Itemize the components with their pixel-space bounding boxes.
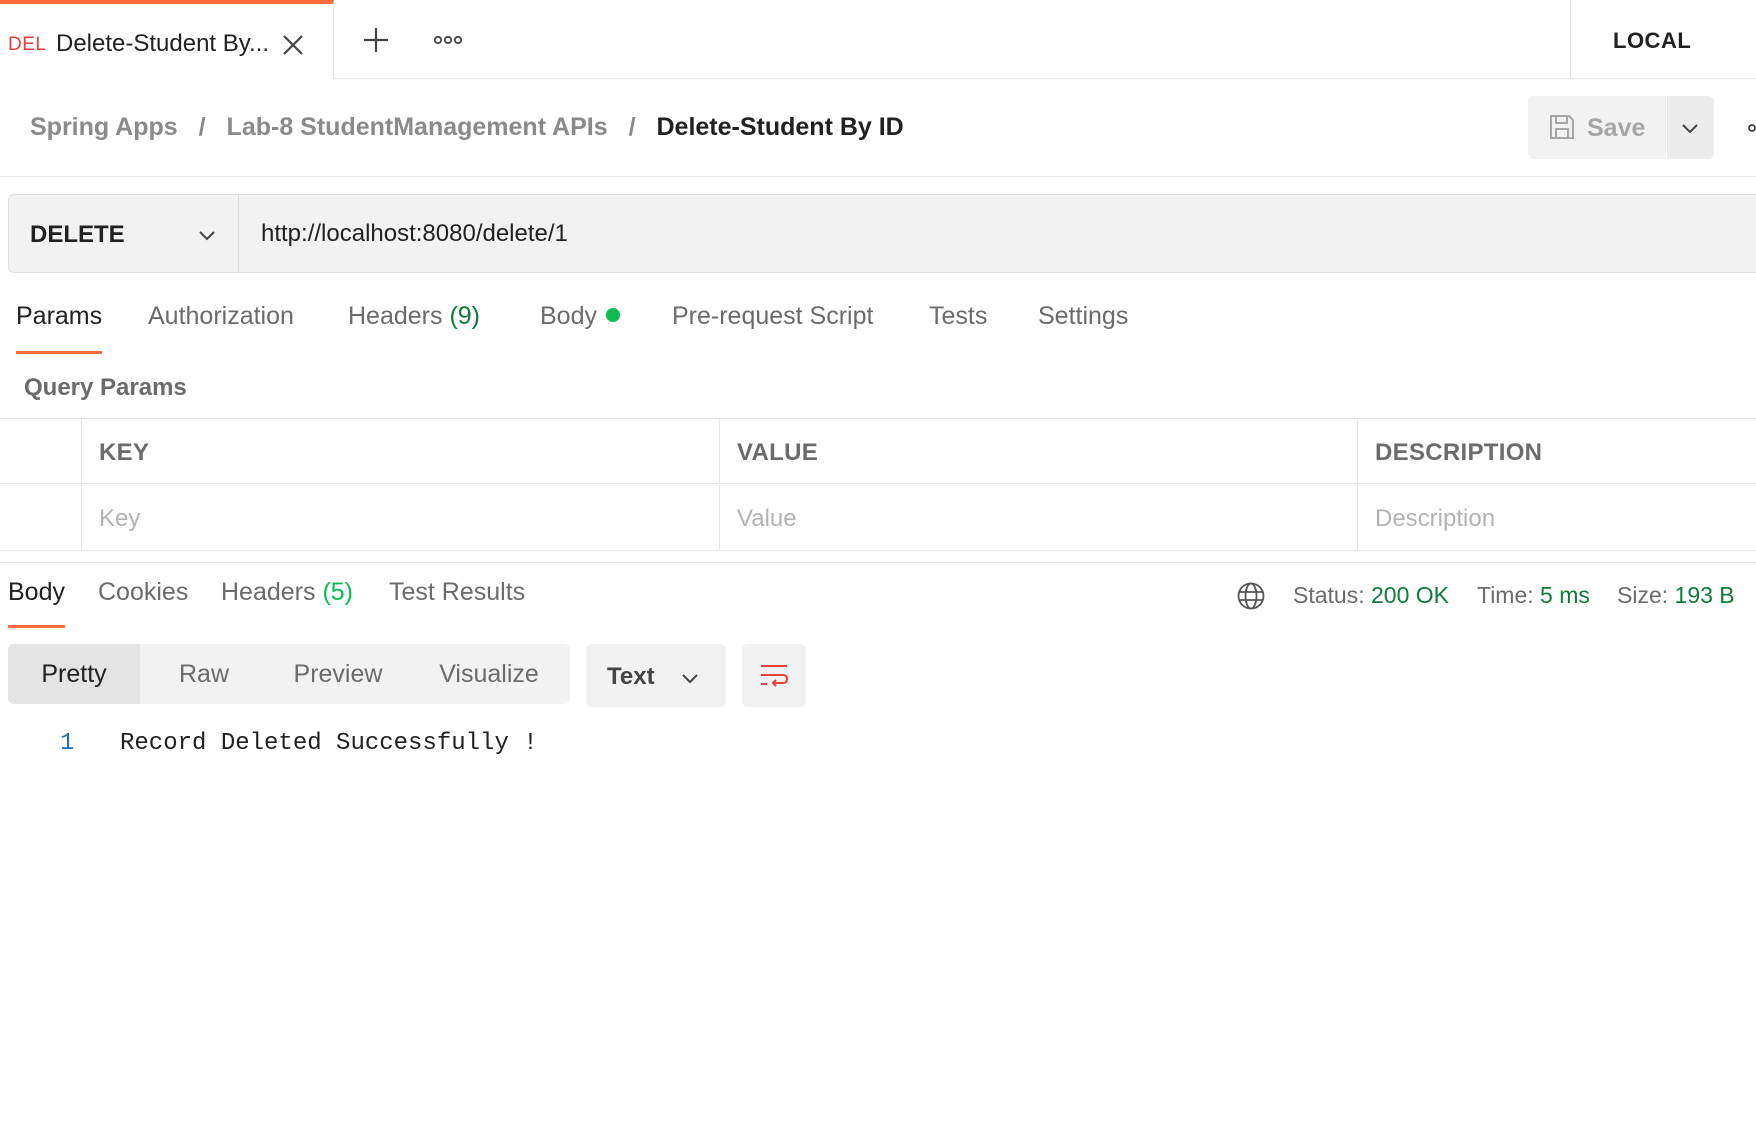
format-label: Text xyxy=(607,663,655,690)
header-cell-check xyxy=(0,419,81,484)
header-cell-value: VALUE xyxy=(719,419,1357,484)
line-number: 1 xyxy=(60,730,75,757)
breadcrumb-item-folder[interactable]: Lab-8 StudentManagement APIs xyxy=(227,113,608,142)
tab-headers[interactable]: Headers (9) xyxy=(348,302,480,354)
chevron-down-icon xyxy=(1682,124,1698,134)
tab-title: Delete-Student By... xyxy=(56,30,269,57)
description-field[interactable]: Description xyxy=(1357,485,1756,550)
column-description: DESCRIPTION xyxy=(1375,439,1543,466)
tab-params[interactable]: Params xyxy=(16,302,103,354)
response-tab-test-results-label: Test Results xyxy=(389,578,526,606)
format-select[interactable]: Text xyxy=(586,644,726,707)
status-value: 200 OK xyxy=(1371,582,1449,608)
breadcrumb-current-request[interactable]: Delete-Student By ID xyxy=(656,113,903,142)
wrap-lines-button[interactable] xyxy=(742,644,806,707)
breadcrumb: Spring Apps / Lab-8 StudentManagement AP… xyxy=(30,112,904,144)
mode-pretty-label: Pretty xyxy=(41,660,107,688)
method-select[interactable]: DELETE xyxy=(9,195,239,272)
table-header-row: KEY VALUE DESCRIPTION xyxy=(0,419,1756,484)
request-tab[interactable]: DEL Delete-Student By... xyxy=(0,0,334,79)
save-label: Save xyxy=(1587,114,1646,142)
size-readout: Size: 193 B xyxy=(1617,582,1735,609)
globe-icon[interactable] xyxy=(1236,581,1266,611)
breadcrumb-separator: / xyxy=(628,112,636,141)
environment-label: LOCAL xyxy=(1613,28,1692,53)
tab-prerequest-script[interactable]: Pre-request Script xyxy=(672,302,873,354)
value-field[interactable]: Value xyxy=(719,485,1357,550)
tab-params-label: Params xyxy=(16,302,103,330)
response-tab-cookies[interactable]: Cookies xyxy=(98,578,188,628)
body-indicator-dot xyxy=(605,308,620,322)
row-check-cell xyxy=(0,485,81,550)
mode-visualize-label: Visualize xyxy=(439,660,539,688)
time-readout: Time: 5 ms xyxy=(1477,582,1590,609)
tab-settings[interactable]: Settings xyxy=(1038,302,1128,354)
column-value: VALUE xyxy=(737,439,819,466)
size-value: 193 B xyxy=(1674,582,1735,608)
request-url-bar: DELETE xyxy=(8,194,1756,273)
mode-pretty-button[interactable]: Pretty xyxy=(8,644,140,704)
tab-body[interactable]: Body xyxy=(540,302,620,354)
description-placeholder: Description xyxy=(1375,505,1496,532)
response-headers-count: (5) xyxy=(322,578,354,606)
save-button[interactable]: Save xyxy=(1528,96,1666,159)
response-tab-headers[interactable]: Headers (5) xyxy=(221,578,353,628)
tab-authorization[interactable]: Authorization xyxy=(148,302,294,354)
wrap-lines-icon xyxy=(761,665,789,687)
status-label: Status: xyxy=(1293,582,1365,608)
tab-tests-label: Tests xyxy=(929,302,988,330)
header-cell-key: KEY xyxy=(81,419,719,484)
url-input[interactable] xyxy=(241,195,1741,272)
mode-preview-label: Preview xyxy=(293,660,383,688)
key-placeholder: Key xyxy=(99,505,141,532)
method-label: DELETE xyxy=(30,221,125,248)
response-view-modes: Pretty Raw Preview Visualize xyxy=(8,644,570,704)
tab-method-badge: DEL xyxy=(8,34,47,55)
response-tab-test-results[interactable]: Test Results xyxy=(389,578,525,628)
more-icon[interactable] xyxy=(432,30,464,50)
tab-body-label: Body xyxy=(540,302,597,330)
close-icon[interactable] xyxy=(280,32,306,58)
chevron-down-icon xyxy=(682,674,698,684)
environment-selector[interactable]: LOCAL xyxy=(1570,0,1756,79)
plus-icon[interactable] xyxy=(360,24,392,56)
chevron-down-icon xyxy=(199,231,215,241)
tab-settings-label: Settings xyxy=(1038,302,1129,330)
response-tab-body-label: Body xyxy=(8,578,65,606)
response-tab-cookies-label: Cookies xyxy=(98,578,189,606)
header-cell-description: DESCRIPTION xyxy=(1357,419,1756,484)
mode-visualize-button[interactable]: Visualize xyxy=(408,644,570,704)
breadcrumb-separator: / xyxy=(198,112,206,141)
save-icon xyxy=(1550,115,1574,139)
request-tabs: Params Authorization Headers (9) Body Pr… xyxy=(0,302,1756,356)
mode-preview-button[interactable]: Preview xyxy=(268,644,408,704)
value-placeholder: Value xyxy=(737,505,797,532)
time-label: Time: xyxy=(1477,582,1534,608)
divider xyxy=(0,176,1756,177)
key-field[interactable]: Key xyxy=(81,485,719,550)
query-params-table: KEY VALUE DESCRIPTION Key Value Descript… xyxy=(0,418,1756,551)
mode-raw-button[interactable]: Raw xyxy=(140,644,268,704)
tab-tests[interactable]: Tests xyxy=(929,302,987,354)
column-key: KEY xyxy=(99,439,150,466)
status-readout: Status: 200 OK xyxy=(1293,582,1449,609)
table-row: Key Value Description xyxy=(0,485,1756,550)
response-tab-headers-label: Headers xyxy=(221,578,316,606)
response-body-line: Record Deleted Successfully ! xyxy=(120,730,538,757)
response-tab-body[interactable]: Body xyxy=(8,578,65,628)
save-options-button[interactable] xyxy=(1667,96,1714,159)
tab-prerequest-label: Pre-request Script xyxy=(672,302,874,330)
size-label: Size: xyxy=(1617,582,1669,608)
mode-raw-label: Raw xyxy=(178,660,229,688)
response-pane-divider[interactable] xyxy=(0,562,1756,563)
tab-bar: DEL Delete-Student By... LOCAL xyxy=(0,0,1756,79)
query-params-heading: Query Params xyxy=(24,374,187,401)
headers-count: (9) xyxy=(449,302,481,330)
tab-authorization-label: Authorization xyxy=(148,302,294,330)
tab-headers-label: Headers xyxy=(348,302,443,330)
breadcrumb-item-collection[interactable]: Spring Apps xyxy=(30,113,178,142)
more-icon[interactable] xyxy=(1744,120,1756,136)
time-value: 5 ms xyxy=(1540,582,1590,608)
